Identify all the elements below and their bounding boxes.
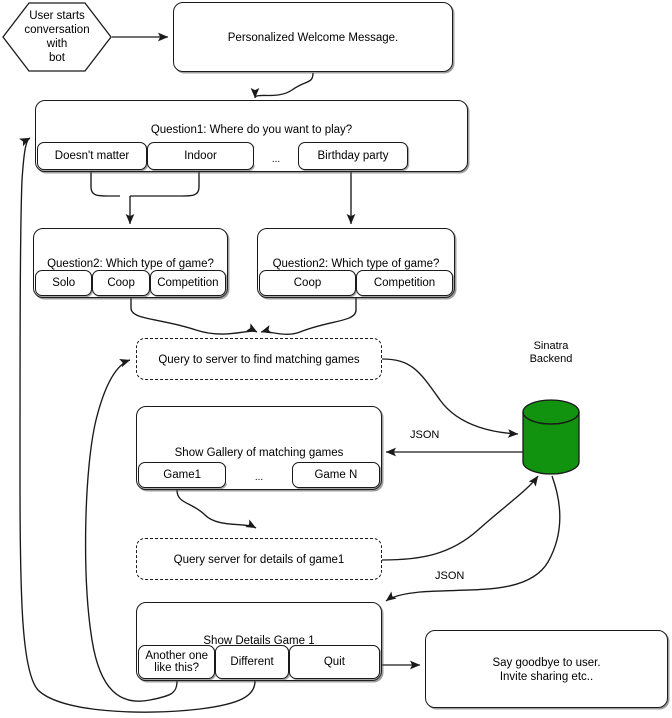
node-label: Query to server to find matching games [158,354,360,366]
option-quit[interactable]: Quit [288,645,380,679]
option-competition[interactable]: Competition [356,270,453,296]
option-ellipsis: ... [254,142,298,170]
node-query-game-details[interactable]: Query server for details of game1 [136,538,382,580]
option-row: Coop Competition [259,270,453,296]
option-coop[interactable]: Coop [259,270,356,296]
option-game1[interactable]: Game1 [138,462,227,488]
node-label: Personalized Welcome Message. [227,32,399,44]
node-question2-left[interactable]: Question2: Which type of game? Solo Coop… [33,228,228,298]
option-row: Doesn't matter Indoor ... Birthday party [37,142,466,170]
edge-label-json-gallery: JSON [410,429,440,441]
node-label: Say goodbye to user. Invite sharing etc.… [492,657,601,683]
node-user-starts-conversation[interactable]: User starts conversation with bot [2,2,112,72]
node-show-gallery[interactable]: Show Gallery of matching games Game1 ...… [136,406,382,490]
option-another-one-like-this[interactable]: Another one like this? [138,645,216,679]
node-personalized-welcome-message[interactable]: Personalized Welcome Message. [173,2,453,72]
node-query-matching-games[interactable]: Query to server to find matching games [136,338,382,380]
database-cylinder-icon [522,399,580,475]
option-indoor[interactable]: Indoor [147,142,254,170]
flowchart-canvas: User starts conversation with bot Person… [0,0,672,718]
node-question2-right[interactable]: Question2: Which type of game? Coop Comp… [257,228,455,298]
option-doesnt-matter[interactable]: Doesn't matter [37,142,147,170]
option-birthday-party[interactable]: Birthday party [298,142,408,170]
option-row: Another one like this? Different Quit [138,645,380,679]
option-row: Solo Coop Competition [35,270,227,296]
option-competition[interactable]: Competition [149,270,227,296]
option-game-n[interactable]: Game N [291,462,381,488]
node-label: User starts conversation with bot [24,10,90,64]
node-label: Question2: Which type of game? [47,258,214,270]
option-solo[interactable]: Solo [35,270,93,296]
option-coop[interactable]: Coop [92,270,150,296]
node-show-details-game1[interactable]: Show Details Game 1 Another one like thi… [136,602,382,681]
option-ellipsis: ... [226,462,292,488]
node-label: Query server for details of game1 [173,554,345,566]
node-say-goodbye[interactable]: Say goodbye to user. Invite sharing etc.… [425,630,668,708]
option-different[interactable]: Different [215,645,289,679]
backend-label: Sinatra Backend [529,340,573,365]
node-label: Show Gallery of matching games [174,447,344,459]
option-row: Game1 ... Game N [138,462,381,488]
node-label: Question1: Where do you want to play? [150,124,353,136]
node-label: Question2: Which type of game? [272,258,440,270]
edge-label-json-details: JSON [435,570,465,582]
node-question1[interactable]: Question1: Where do you want to play? Do… [35,100,468,172]
node-sinatra-backend-database[interactable] [521,398,581,476]
